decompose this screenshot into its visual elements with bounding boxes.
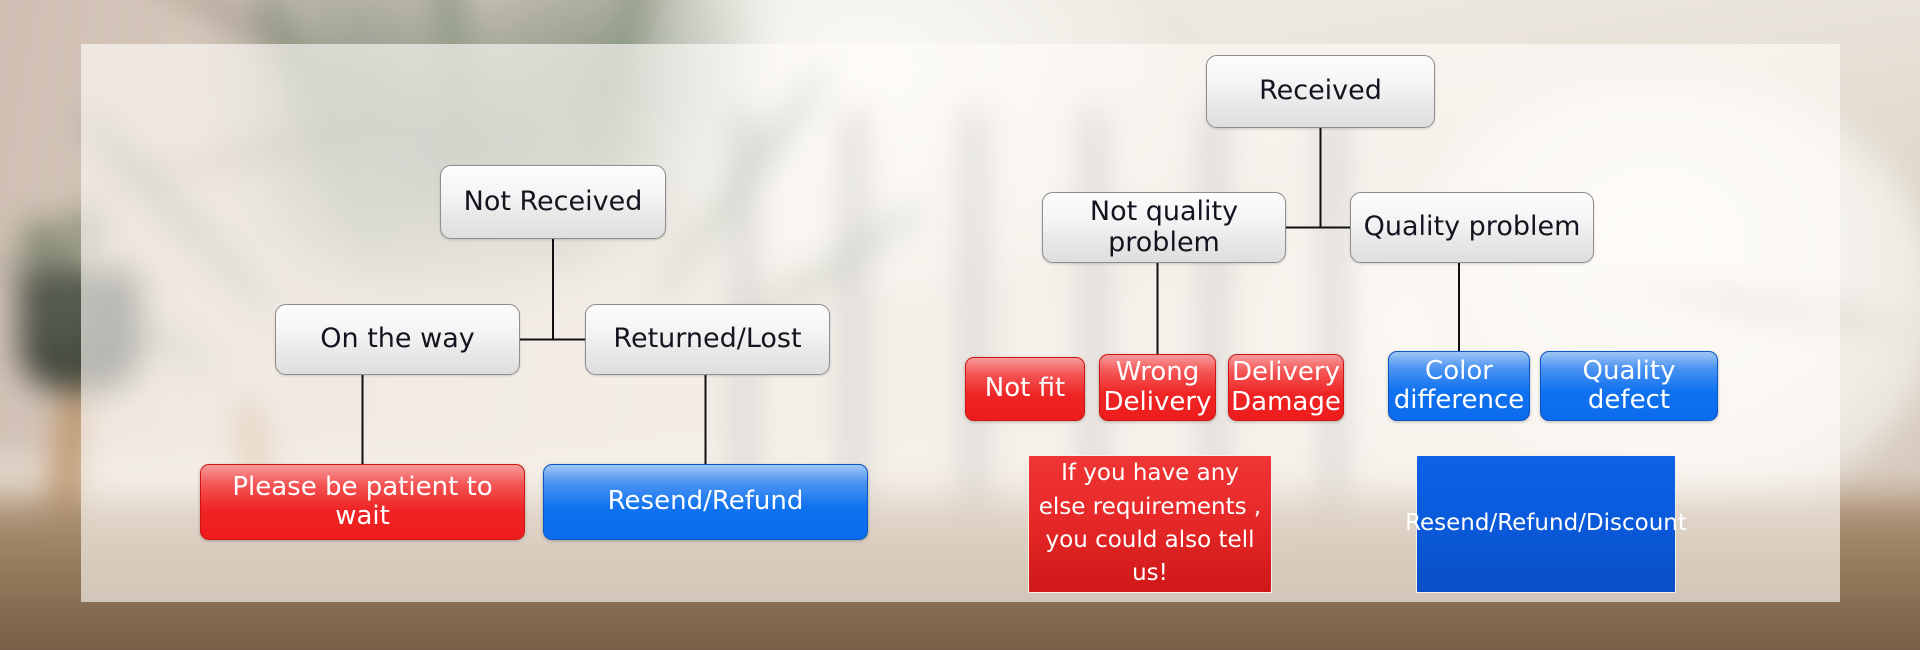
node-label: Resend/Refund xyxy=(607,486,804,517)
node-resend_refund[interactable]: Resend/Refund xyxy=(543,464,868,540)
node-label: Quality problem xyxy=(1363,211,1581,243)
node-label: Returned/Lost xyxy=(613,323,802,355)
node-quality_defect[interactable]: Quality defect xyxy=(1540,351,1718,421)
node-not_fit[interactable]: Not fit xyxy=(965,357,1085,421)
node-be_patient[interactable]: Please be patient to wait xyxy=(200,464,525,540)
node-else_req[interactable]: If you have any else requirements , you … xyxy=(1028,455,1272,593)
node-label: Not Received xyxy=(463,185,643,217)
node-delivery_damage[interactable]: Delivery Damage xyxy=(1228,354,1344,421)
node-quality[interactable]: Quality problem xyxy=(1350,192,1594,263)
node-on_the_way[interactable]: On the way xyxy=(275,304,520,375)
node-color_diff[interactable]: Color difference xyxy=(1388,351,1530,421)
flowchart-screenshot: Not Received On the way Returned/Lost Pleas… xyxy=(0,0,1920,650)
node-label: Delivery Damage xyxy=(1231,357,1341,417)
node-label: Please be patient to wait xyxy=(232,471,493,531)
node-returned_lost[interactable]: Returned/Lost xyxy=(585,304,830,375)
node-label: Not quality problem xyxy=(1089,196,1239,258)
node-not_quality[interactable]: Not quality problem xyxy=(1042,192,1286,263)
node-received[interactable]: Received xyxy=(1206,55,1435,128)
node-wrong_delivery[interactable]: Wrong Delivery xyxy=(1099,354,1216,421)
node-label: Resend/Refund/Discount xyxy=(1405,510,1687,537)
node-resend_disc[interactable]: Resend/Refund/Discount xyxy=(1405,455,1687,593)
node-label: Not fit xyxy=(984,373,1066,404)
flowchart: Not Received On the way Returned/Lost Pleas… xyxy=(0,0,1920,650)
node-label: If you have any else requirements , you … xyxy=(1038,460,1262,587)
node-label: Color difference xyxy=(1393,355,1525,415)
node-label: Wrong Delivery xyxy=(1103,357,1212,417)
node-not_received[interactable]: Not Received xyxy=(440,165,666,239)
node-label: On the way xyxy=(320,323,475,355)
node-label: Received xyxy=(1259,75,1382,107)
node-label: Quality defect xyxy=(1582,355,1676,415)
